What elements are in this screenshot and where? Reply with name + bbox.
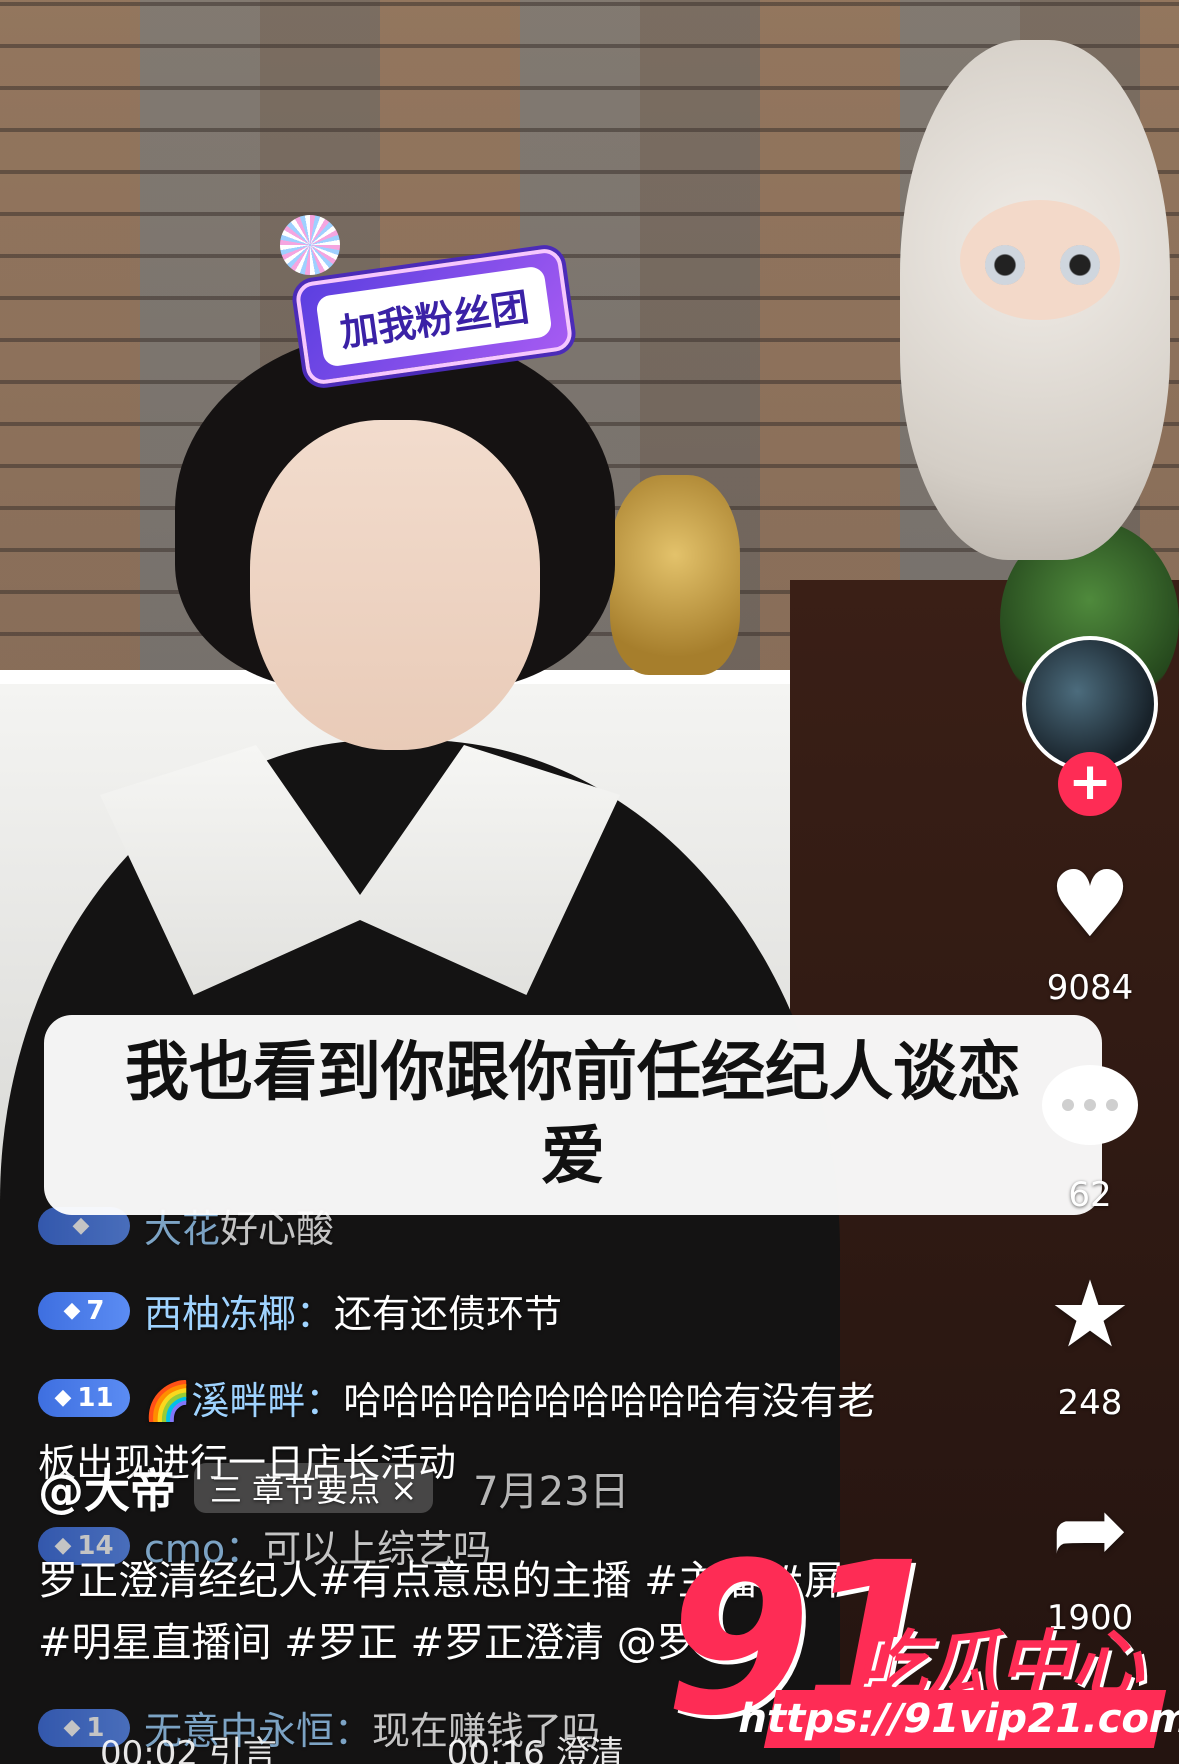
star-icon[interactable]: ★ bbox=[1040, 1265, 1140, 1365]
watermark-url: https://91vip21.com bbox=[734, 1690, 1179, 1748]
diamond-icon: ◆ bbox=[72, 1213, 90, 1238]
plush-eye-left bbox=[985, 245, 1025, 285]
comment-bubble-icon[interactable] bbox=[1042, 1065, 1138, 1145]
diamond-icon: ◆ bbox=[63, 1298, 81, 1323]
streamer-face bbox=[250, 420, 540, 750]
live-comment: ◆ 11 🌈溪畔畔： 哈哈哈哈哈哈哈哈哈哈有没有老 bbox=[38, 1370, 875, 1425]
chapter-timeline[interactable]: 00:02 引言 00:16 澄清 bbox=[100, 1726, 624, 1764]
live-comment: ◆ 7 西柚冻椰： 还有还债环节 bbox=[38, 1283, 562, 1338]
diamond-icon: ◆ bbox=[54, 1385, 72, 1410]
heart-icon[interactable]: ♥ bbox=[1040, 855, 1140, 955]
comment-username: 🌈溪畔畔： bbox=[144, 1379, 344, 1423]
author-name[interactable]: @大帝 bbox=[38, 1455, 176, 1521]
lucky-cat-figurine bbox=[610, 475, 740, 675]
plush-eye-right bbox=[1060, 245, 1100, 285]
comment-text: 还有还债环节 bbox=[334, 1292, 563, 1336]
dot bbox=[1084, 1099, 1096, 1111]
like-count: 9084 bbox=[1046, 968, 1134, 1008]
subtitle-caption: 我也看到你跟你前任经纪人谈恋爱 bbox=[44, 1015, 1102, 1215]
share-arrow-icon[interactable]: ➦ bbox=[1040, 1480, 1140, 1580]
dot bbox=[1106, 1099, 1118, 1111]
diamond-icon: ◆ bbox=[63, 1715, 81, 1740]
level-badge: ◆ 11 bbox=[38, 1378, 130, 1417]
post-date: 7月23日 bbox=[473, 1469, 630, 1515]
comment-username: 西柚冻椰： bbox=[144, 1292, 335, 1336]
comment-text: 哈哈哈哈哈哈哈哈哈哈有没有老 bbox=[343, 1379, 876, 1423]
chapter-highlights-button[interactable]: 三 章节要点 × bbox=[194, 1463, 434, 1513]
level-badge: ◆ 7 bbox=[38, 1291, 130, 1330]
author-row: @大帝 三 章节要点 × 7月23日 bbox=[38, 1455, 630, 1521]
fan-club-label: 加我粉丝团 bbox=[315, 265, 553, 368]
follow-button[interactable]: + bbox=[1058, 752, 1122, 816]
dot bbox=[1062, 1099, 1074, 1111]
disco-ball-icon bbox=[280, 215, 340, 275]
comment-count: 62 bbox=[1068, 1175, 1112, 1215]
caption-text: 我也看到你跟你前任经纪人谈恋爱 bbox=[125, 1036, 1021, 1194]
live-replay-screen: 加我粉丝团 ◆ 大花 好心酸 ◆ 7 西柚冻椰： 还有还债环节 ◆ 11 🌈溪畔畔：… bbox=[0, 0, 1179, 1764]
favorite-count: 248 bbox=[1057, 1383, 1123, 1423]
